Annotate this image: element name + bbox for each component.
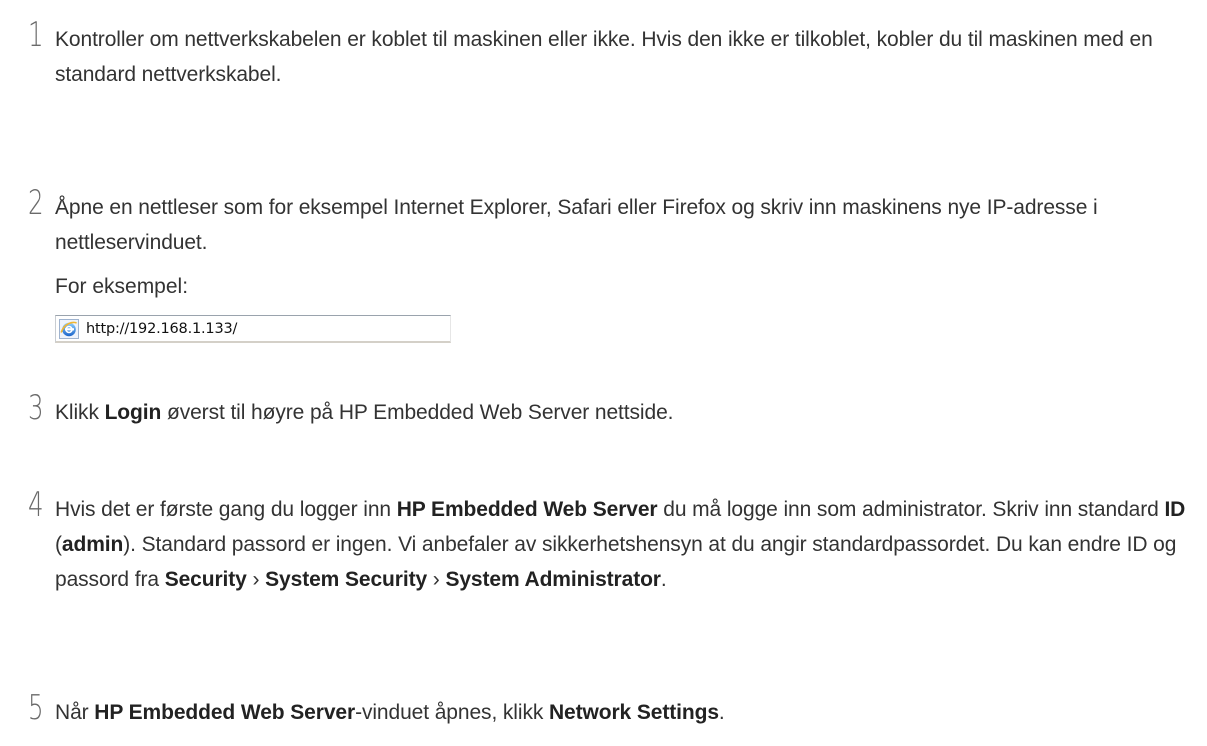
- step-text: Åpne en nettleser som for eksempel Inter…: [55, 196, 1098, 254]
- example-url: http://192.168.1.133/: [86, 321, 238, 337]
- internet-explorer-icon: [59, 319, 79, 339]
- example-label: For eksempel:: [55, 275, 189, 298]
- step-text: Når HP Embedded Web Server-vinduet åpnes…: [55, 701, 725, 724]
- login-term: Login: [104, 401, 162, 424]
- step-number: 2: [28, 183, 44, 223]
- step-number: 5: [28, 688, 44, 728]
- step-text: Kontroller om nettverkskabelen er koblet…: [55, 28, 1153, 86]
- example-address-bar: http://192.168.1.133/: [55, 315, 451, 343]
- step-number: 3: [28, 388, 44, 428]
- step-text: Klikk Login øverst til høyre på HP Embed…: [55, 401, 674, 424]
- step-number: 4: [28, 485, 44, 525]
- step-text: Hvis det er første gang du logger inn HP…: [55, 498, 1186, 591]
- step-number: 1: [28, 15, 44, 55]
